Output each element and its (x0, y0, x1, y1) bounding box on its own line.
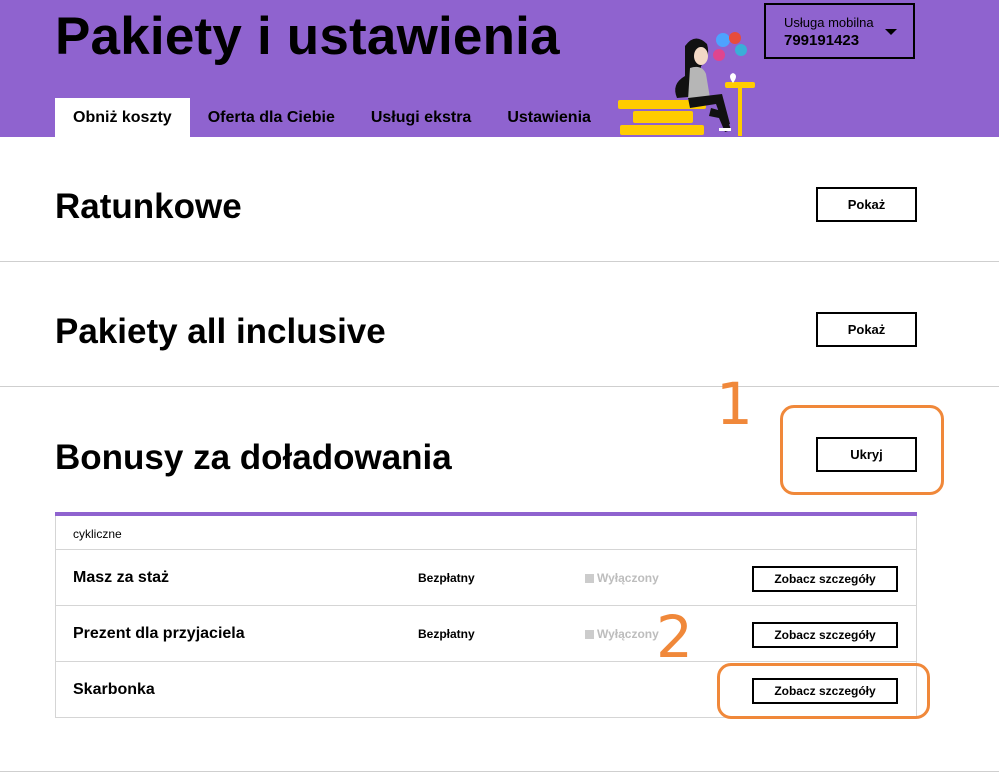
row-name: Masz za staż (73, 569, 170, 586)
status-square-icon (585, 630, 594, 639)
section-title-ratunkowe: Ratunkowe (55, 187, 242, 226)
row-price: Bezpłatny (418, 571, 475, 585)
tab-ustawienia[interactable]: Ustawienia (489, 98, 609, 137)
details-button[interactable]: Zobacz szczegóły (752, 622, 898, 648)
annotation-ring-1 (780, 405, 944, 495)
table-accent-bar (55, 512, 917, 516)
show-all-inclusive-button[interactable]: Pokaż (816, 312, 917, 347)
chevron-down-icon[interactable] (885, 29, 897, 35)
tab-obniz-koszty[interactable]: Obniż koszty (55, 98, 190, 137)
woman-on-coins-illustration (618, 32, 755, 136)
row-name: Skarbonka (73, 681, 155, 698)
status-square-icon (585, 574, 594, 583)
status-badge: Wyłączony (585, 571, 659, 585)
section-title-bonusy: Bonusy za doładowania (55, 438, 452, 477)
table-group-label: cykliczne (73, 527, 122, 541)
row-price: Bezpłatny (418, 627, 475, 641)
row-divider (56, 549, 916, 550)
row-divider (56, 661, 916, 662)
section-title-pakiety-all-inclusive: Pakiety all inclusive (55, 312, 386, 351)
details-button[interactable]: Zobacz szczegóły (752, 566, 898, 592)
section-divider (0, 386, 999, 387)
tab-uslugi-ekstra[interactable]: Usługi ekstra (353, 98, 489, 137)
service-selector[interactable]: Usługa mobilna 799191423 (764, 3, 915, 59)
header-banner: Pakiety i ustawienia Obniż koszty Oferta… (0, 0, 999, 137)
section-divider (0, 261, 999, 262)
row-name: Prezent dla przyjaciela (73, 625, 245, 642)
page-title: Pakiety i ustawienia (55, 7, 560, 66)
tab-bar: Obniż koszty Oferta dla Ciebie Usługi ek… (55, 98, 609, 137)
status-badge: Wyłączony (585, 627, 659, 641)
annotation-number-1: 1 (716, 370, 753, 438)
annotation-ring-2 (717, 663, 930, 719)
show-ratunkowe-button[interactable]: Pokaż (816, 187, 917, 222)
row-divider (56, 605, 916, 606)
tab-oferta-dla-ciebie[interactable]: Oferta dla Ciebie (190, 98, 353, 137)
annotation-number-2: 2 (656, 603, 693, 671)
section-divider (0, 771, 999, 772)
